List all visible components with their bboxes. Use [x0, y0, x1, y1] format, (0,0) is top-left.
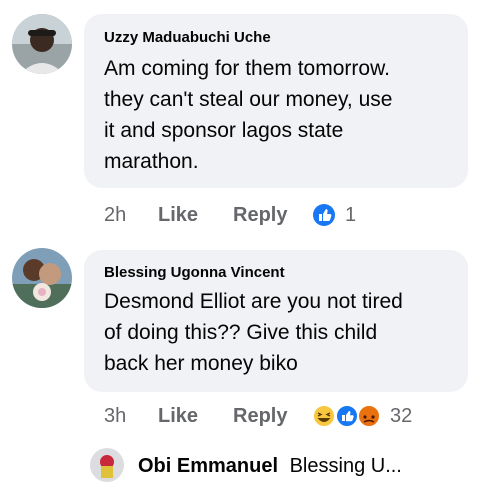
- reply-button-2[interactable]: Reply: [233, 405, 287, 428]
- angry-icon: [357, 404, 381, 428]
- comment-time-2[interactable]: 3h: [104, 405, 126, 428]
- like-icon: [335, 404, 359, 428]
- comment-text-1: Am coming for them tomorrow. they can't …: [104, 57, 393, 173]
- comment-time-1[interactable]: 2h: [104, 204, 126, 227]
- like-button-2[interactable]: Like: [158, 405, 198, 428]
- comment-text-2: Desmond Elliot are you not tired of doin…: [104, 290, 403, 375]
- reply-avatar[interactable]: [90, 448, 124, 482]
- reply-snippet: Blessing U...: [289, 455, 402, 477]
- reply-button-1[interactable]: Reply: [233, 204, 287, 227]
- reply-preview[interactable]: Obi Emmanuel Blessing U...: [138, 455, 402, 478]
- like-button-1[interactable]: Like: [158, 204, 198, 227]
- reaction-count-1[interactable]: 1: [345, 204, 356, 227]
- avatar-comment-1[interactable]: [12, 14, 72, 74]
- reaction-icons-2[interactable]: [312, 404, 382, 428]
- reply-author[interactable]: Obi Emmanuel: [138, 455, 278, 477]
- comment-author-1[interactable]: Uzzy Maduabuchi Uche: [104, 29, 271, 46]
- reaction-count-2[interactable]: 32: [390, 405, 412, 428]
- avatar-comment-2[interactable]: [12, 248, 72, 308]
- like-reaction-icon[interactable]: [313, 204, 335, 226]
- comment-author-2[interactable]: Blessing Ugonna Vincent: [104, 264, 285, 281]
- haha-icon: [312, 404, 336, 428]
